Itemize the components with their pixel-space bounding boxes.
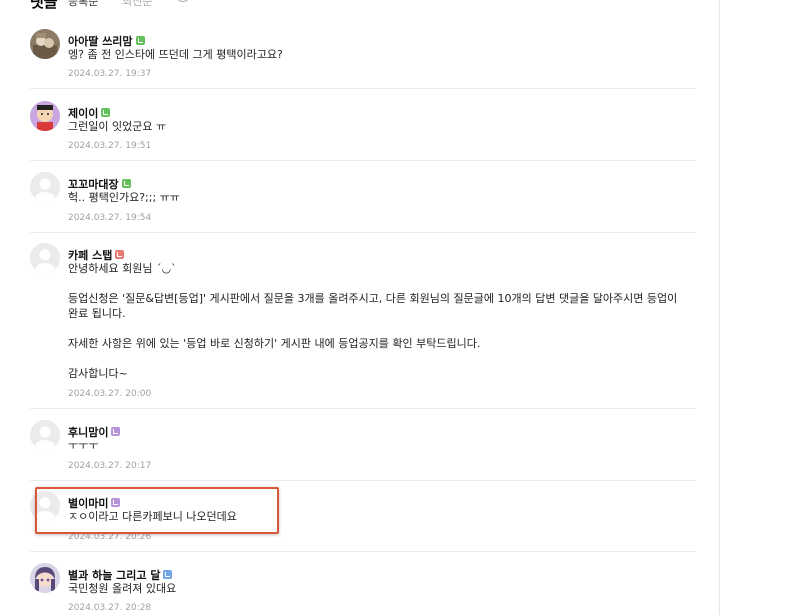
comment-line: 감사합니다~ bbox=[68, 367, 128, 380]
comment-line: 등업신청은 '질문&답변[등업]' 게시판에서 질문을 3개를 올려주시고, 다… bbox=[68, 292, 678, 320]
comment-author: 별과 하늘 그리고 달 bbox=[68, 564, 173, 582]
comment-author: 제이이 bbox=[68, 102, 111, 120]
avatar[interactable] bbox=[30, 101, 60, 131]
comment-divider bbox=[30, 408, 696, 409]
comment-line: 국민청원 올려져 있대요 bbox=[68, 582, 177, 595]
comment-date: 2024.03.27. 19:37 bbox=[68, 69, 152, 79]
comment-item: 별과 하늘 그리고 달 국민청원 올려져 있대요 2024.03.27. 20:… bbox=[30, 563, 696, 615]
comment-line: 안녕하세요 회원님 ´◡` bbox=[68, 262, 177, 275]
comment-text: 헉.. 평택인가요?;;; ㅠㅠ bbox=[68, 190, 688, 205]
comment-text: 엥? 좀 전 인스타에 뜨던데 그게 평택이라고요? bbox=[68, 47, 688, 62]
comment-text: 안녕하세요 회원님 ´◡` 등업신청은 '질문&답변[등업]' 게시판에서 질문… bbox=[68, 261, 688, 381]
comment-line: ㅜㅜㅜ bbox=[68, 439, 99, 452]
comment-author: 꼬꼬마대장 bbox=[68, 173, 131, 191]
default-avatar[interactable] bbox=[30, 243, 60, 273]
comment-date: 2024.03.27. 19:51 bbox=[68, 141, 152, 151]
comment-author: 카페 스탭 bbox=[68, 244, 125, 262]
comment-text: ㅜㅜㅜ bbox=[68, 438, 688, 453]
comment-date: 2024.03.27. 20:00 bbox=[68, 389, 152, 399]
comment-line: 그런일이 잇었군요 ㅠ bbox=[68, 120, 167, 133]
avatar[interactable] bbox=[30, 29, 60, 59]
comment-section-title: 댓글 bbox=[30, 0, 58, 11]
comment-line: 자세한 사항은 위에 있는 '등업 바로 신청하기' 게시판 내에 등업공지를 … bbox=[68, 337, 481, 350]
content-right-border bbox=[719, 0, 720, 615]
comment-date: 2024.03.27. 20:17 bbox=[68, 461, 152, 471]
comment-divider bbox=[30, 88, 696, 89]
default-avatar[interactable] bbox=[30, 420, 60, 450]
comment-item: 꼬꼬마대장 헉.. 평택인가요?;;; ㅠㅠ 2024.03.27. 19:54 bbox=[30, 172, 696, 232]
comment-divider bbox=[30, 551, 696, 552]
comment-item: 아아딸 쓰리맘 엥? 좀 전 인스타에 뜨던데 그게 평택이라고요? 2024.… bbox=[30, 29, 696, 89]
comment-divider bbox=[30, 232, 696, 233]
comment-line: 헉.. 평택인가요?;;; ㅠㅠ bbox=[68, 191, 180, 204]
staff-badge-icon bbox=[115, 250, 125, 259]
comment-item: 제이이 그런일이 잇었군요 ㅠ 2024.03.27. 19:51 bbox=[30, 101, 696, 161]
comment-text: 그런일이 잇었군요 ㅠ bbox=[68, 119, 688, 134]
default-avatar[interactable] bbox=[30, 172, 60, 202]
highlight-annotation-box bbox=[35, 487, 279, 534]
sort-newest-tab[interactable]: 최신순 bbox=[122, 0, 152, 9]
comment-author: 후니맘이 bbox=[68, 421, 121, 439]
comment-date: 2024.03.27. 20:28 bbox=[68, 603, 152, 613]
avatar[interactable] bbox=[30, 563, 60, 593]
comment-author: 아아딸 쓰리맘 bbox=[68, 30, 145, 48]
comment-item: 카페 스탭 안녕하세요 회원님 ´◡` 등업신청은 '질문&답변[등업]' 게시… bbox=[30, 243, 696, 408]
sort-registered-tab[interactable]: 등록순 bbox=[68, 0, 98, 9]
comment-date: 2024.03.27. 19:54 bbox=[68, 213, 152, 223]
level-badge-icon bbox=[101, 108, 111, 117]
comment-line: 엥? 좀 전 인스타에 뜨던데 그게 평택이라고요? bbox=[68, 48, 283, 61]
level-badge-icon bbox=[121, 179, 131, 188]
refresh-icon[interactable] bbox=[176, 0, 190, 2]
level-badge-icon bbox=[111, 427, 121, 436]
comment-divider bbox=[30, 480, 696, 481]
comment-text: 국민청원 올려져 있대요 bbox=[68, 581, 688, 596]
level-badge-icon bbox=[163, 570, 173, 579]
level-badge-icon bbox=[135, 36, 145, 45]
comment-divider bbox=[30, 160, 696, 161]
comment-item: 후니맘이 ㅜㅜㅜ 2024.03.27. 20:17 bbox=[30, 420, 696, 480]
